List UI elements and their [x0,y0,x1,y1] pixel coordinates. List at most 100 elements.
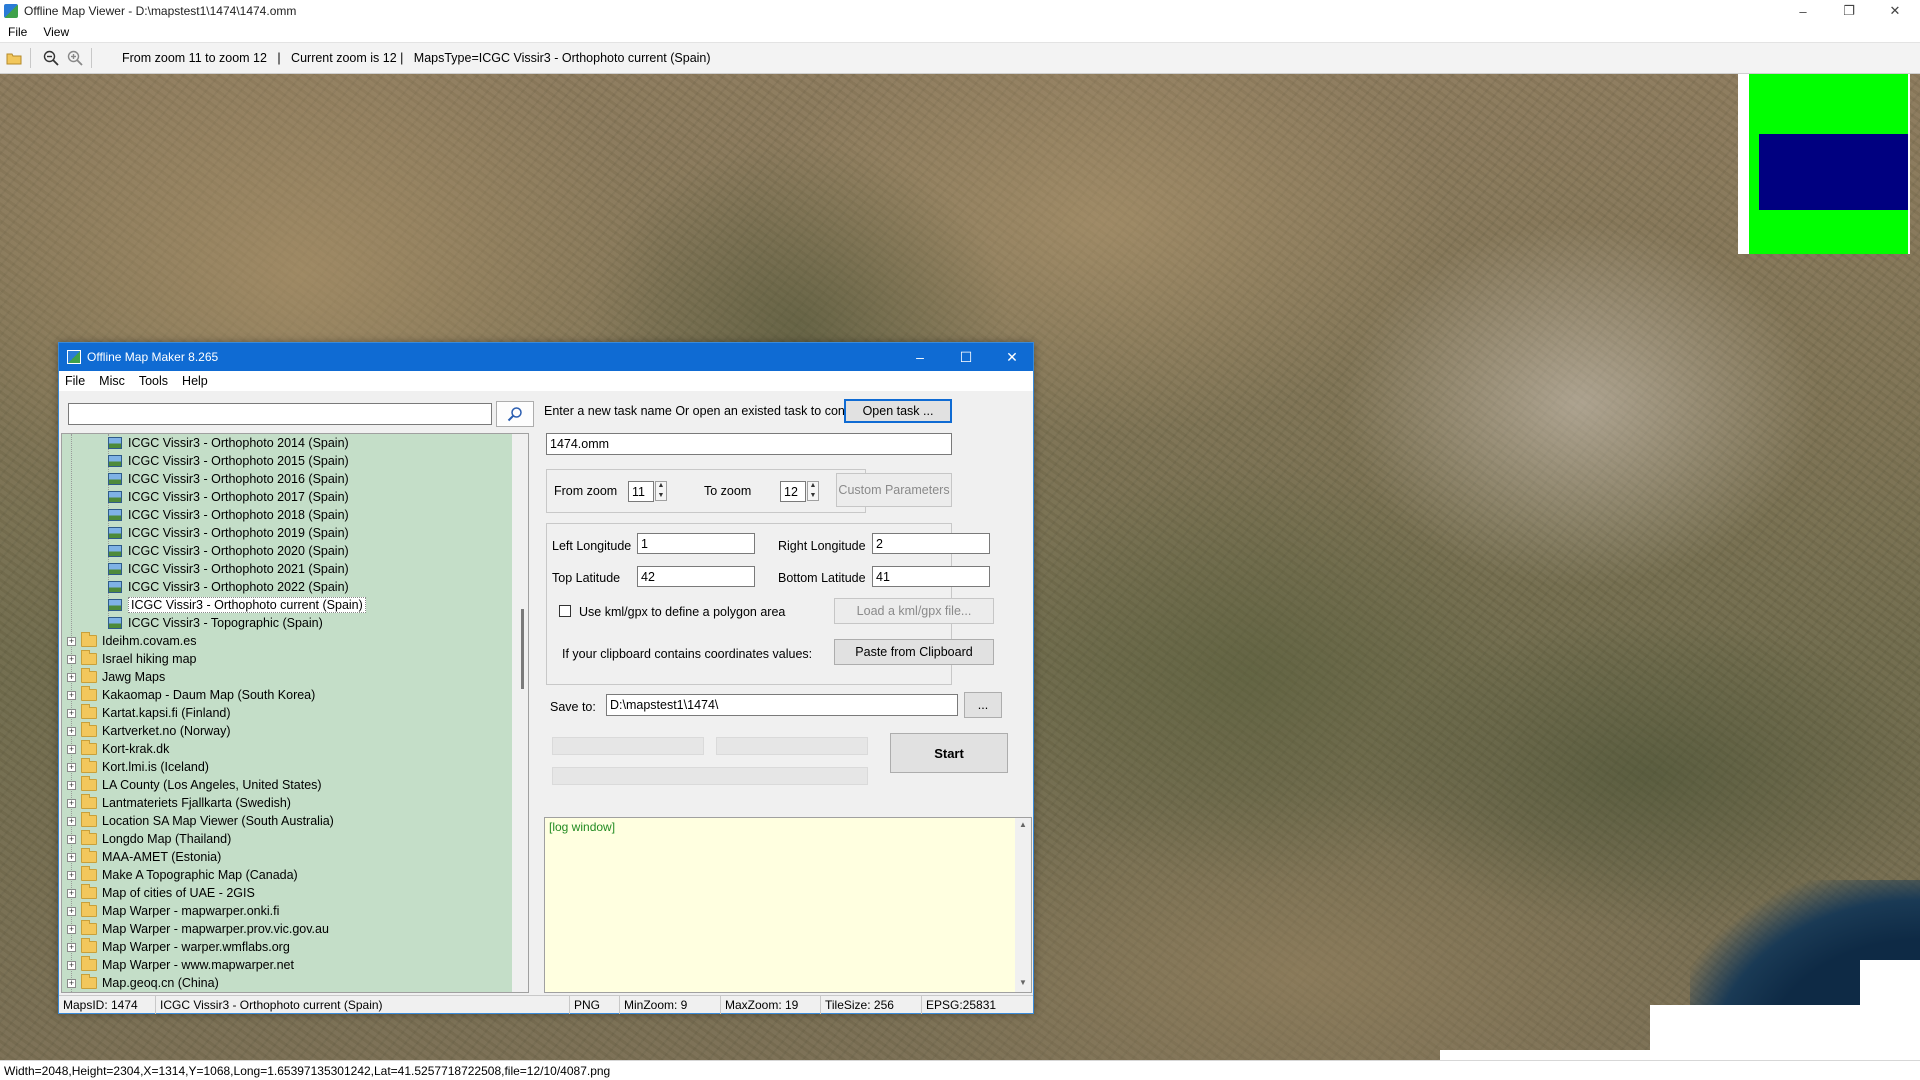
tree-item-label: ICGC Vissir3 - Orthophoto 2019 (Spain) [128,526,349,540]
tree-item-label: Location SA Map Viewer (South Australia) [102,814,334,828]
menu-misc[interactable]: Misc [99,374,125,388]
expand-icon[interactable]: + [67,816,76,826]
tree-scroll-thumb[interactable] [521,609,524,689]
maker-statusbar: MapsID: 1474 ICGC Vissir3 - Orthophoto c… [59,995,1033,1014]
expand-icon[interactable]: + [67,978,76,988]
to-zoom-spinner[interactable]: ▲ ▼ [807,481,819,501]
tree-item[interactable]: + Israel hiking map [62,650,197,668]
tree-scrollbar[interactable] [512,434,528,992]
open-task-button[interactable]: Open task ... [844,399,952,423]
expand-icon[interactable]: + [67,744,76,754]
scroll-down-icon[interactable]: ▼ [1019,978,1027,987]
tree-item[interactable]: ICGC Vissir3 - Orthophoto 2018 (Spain) [62,506,349,524]
search-button[interactable] [496,401,534,427]
expand-icon[interactable]: + [67,942,76,952]
expand-icon[interactable]: + [67,762,76,772]
tree-item[interactable]: ICGC Vissir3 - Orthophoto 2019 (Spain) [62,524,349,542]
expand-icon[interactable]: + [67,672,76,682]
tree-item[interactable]: ICGC Vissir3 - Orthophoto 2014 (Spain) [62,434,349,452]
bottom-latitude-input[interactable]: 41 [872,566,990,587]
browse-button[interactable]: ... [964,692,1002,718]
tree-item[interactable]: + Kakaomap - Daum Map (South Korea) [62,686,315,704]
left-longitude-input[interactable]: 1 [637,533,755,554]
menu-file[interactable]: File [65,374,85,388]
tree-item[interactable]: + Longdo Map (Thailand) [62,830,231,848]
menu-view[interactable]: View [43,25,69,39]
expand-icon[interactable]: + [67,690,76,700]
tree-item[interactable]: ICGC Vissir3 - Orthophoto 2022 (Spain) [62,578,349,596]
tree-item[interactable]: + Lantmateriets Fjallkarta (Swedish) [62,794,291,812]
custom-parameters-button[interactable]: Custom Parameters [836,473,952,507]
maps-tree[interactable]: ICGC Vissir3 - Orthophoto 2014 (Spain) IC… [61,433,529,993]
expand-icon[interactable]: + [67,834,76,844]
tree-item-label: ICGC Vissir3 - Orthophoto current (Spain… [128,597,366,613]
expand-icon[interactable]: + [67,780,76,790]
menu-help[interactable]: Help [182,374,208,388]
tree-item[interactable]: + Kartverket.no (Norway) [62,722,231,740]
tree-item[interactable]: + LA County (Los Angeles, United States) [62,776,322,794]
tree-item[interactable]: + Map Warper - mapwarper.prov.vic.gov.au [62,920,329,938]
tree-item[interactable]: + Kartat.kapsi.fi (Finland) [62,704,231,722]
tree-item[interactable]: + Kort.lmi.is (Iceland) [62,758,209,776]
tree-item[interactable]: ICGC Vissir3 - Orthophoto 2016 (Spain) [62,470,349,488]
expand-icon[interactable]: + [67,636,76,646]
zoom-out-icon[interactable] [41,48,61,68]
tree-item[interactable]: + Map Warper - www.mapwarper.net [62,956,294,974]
minimize-button[interactable]: – [897,343,943,371]
expand-icon[interactable]: + [67,798,76,808]
expand-icon[interactable]: + [67,924,76,934]
tree-item[interactable]: ICGC Vissir3 - Orthophoto 2021 (Spain) [62,560,349,578]
to-zoom-input[interactable]: 12 [780,481,806,502]
start-button[interactable]: Start [890,733,1008,773]
tree-item[interactable]: ICGC Vissir3 - Topographic (Spain) [62,614,323,632]
close-button[interactable]: ✕ [1872,0,1918,22]
open-folder-icon[interactable] [4,48,24,68]
expand-icon[interactable]: + [67,726,76,736]
search-input[interactable] [68,403,492,425]
tree-item[interactable]: ICGC Vissir3 - Orthophoto 2017 (Spain) [62,488,349,506]
expand-icon[interactable]: + [67,708,76,718]
tree-item[interactable]: + Map of cities of UAE - 2GIS [62,884,255,902]
maker-title: Offline Map Maker 8.265 [87,350,219,364]
kml-checkbox[interactable] [559,605,571,617]
expand-icon[interactable]: + [67,654,76,664]
tree-item-label: ICGC Vissir3 - Orthophoto 2021 (Spain) [128,562,349,576]
expand-icon[interactable]: + [67,852,76,862]
scroll-up-icon[interactable]: ▲ [1019,820,1027,829]
top-latitude-input[interactable]: 42 [637,566,755,587]
close-button[interactable]: ✕ [989,343,1035,371]
tree-item[interactable]: ICGC Vissir3 - Orthophoto current (Spain… [62,596,366,614]
tree-item[interactable]: + Make A Topographic Map (Canada) [62,866,298,884]
expand-icon[interactable]: + [67,960,76,970]
log-scrollbar[interactable]: ▲ ▼ [1015,818,1031,992]
tree-item[interactable]: ICGC Vissir3 - Orthophoto 2015 (Spain) [62,452,349,470]
menu-tools[interactable]: Tools [139,374,168,388]
tree-item[interactable]: + Jawg Maps [62,668,165,686]
from-zoom-spinner[interactable]: ▲ ▼ [655,481,667,501]
menu-file[interactable]: File [8,25,27,39]
maximize-button[interactable]: ☐ [943,343,989,371]
minimize-button[interactable]: – [1780,0,1826,22]
tree-item[interactable]: + MAA-AMET (Estonia) [62,848,221,866]
load-kml-button[interactable]: Load a kml/gpx file... [834,598,994,624]
zoom-in-icon[interactable] [65,48,85,68]
maximize-button[interactable]: ❐ [1826,0,1872,22]
right-longitude-input[interactable]: 2 [872,533,990,554]
expand-icon[interactable]: + [67,888,76,898]
tree-item[interactable]: + Ideihm.covam.es [62,632,196,650]
save-to-input[interactable]: D:\mapstest1\1474\ [606,694,958,716]
expand-icon[interactable]: + [67,870,76,880]
empty-tile [1650,1005,1860,1060]
expand-icon[interactable]: + [67,906,76,916]
tree-item[interactable]: + Kort-krak.dk [62,740,169,758]
log-window[interactable]: [log window] ▲ ▼ [544,817,1032,993]
tree-item[interactable]: + Location SA Map Viewer (South Australia… [62,812,334,830]
from-zoom-input[interactable]: 11 [628,481,654,502]
tree-item[interactable]: + Map Warper - warper.wmflabs.org [62,938,290,956]
task-name-input[interactable]: 1474.omm [546,433,952,455]
tree-item[interactable]: ICGC Vissir3 - Orthophoto 2020 (Spain) [62,542,349,560]
paste-clipboard-button[interactable]: Paste from Clipboard [834,639,994,665]
tree-item[interactable]: + Map Warper - mapwarper.onki.fi [62,902,279,920]
tree-item[interactable]: + Map.geoq.cn (China) [62,974,219,992]
maker-titlebar[interactable]: Offline Map Maker 8.265 – ☐ ✕ [59,343,1033,371]
